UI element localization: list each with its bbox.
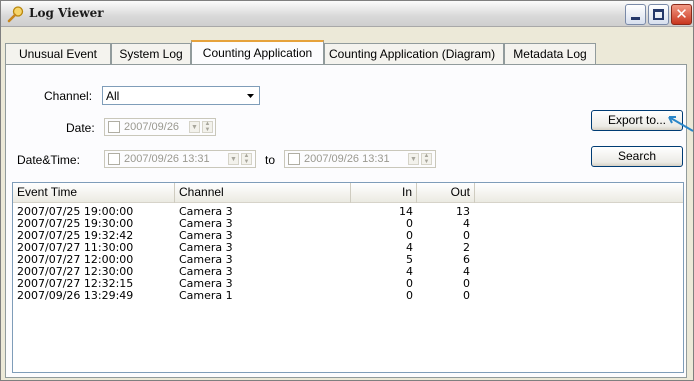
tab-label: System Log [119,47,183,61]
in-cell: 4 [406,265,413,278]
datetime-from-picker[interactable]: 2007/09/26 13:31 ▼ ▲ ▼ [104,150,256,168]
tab-system-log[interactable]: System Log [111,43,191,65]
to-label: to [265,153,276,167]
channel-value: All [106,89,120,103]
close-button[interactable]: ✕ [671,4,692,25]
search-button[interactable]: Search [591,146,683,167]
event-time-cell: 2007/09/26 13:29:49 [17,289,134,302]
datetime-from-checkbox[interactable] [108,153,120,165]
out-cell: 0 [463,289,470,302]
in-cell: 5 [406,253,413,266]
export-button-label: Export to... [607,113,667,127]
tab-label: Metadata Log [513,47,587,61]
tab-label: Counting Application (Diagram) [329,47,496,61]
title-bar[interactable]: Log Viewer ✕ [1,1,693,27]
channel-label: Channel: [44,89,93,103]
date-value: 2007/09/26 [124,121,180,133]
minimize-button[interactable] [625,4,646,25]
column-header-label: Channel [179,185,224,199]
chevron-down-icon[interactable]: ▼ [189,121,200,133]
event-list[interactable]: Event Time Channel In Out 2007/07/25 19:… [12,182,684,373]
datetime-from-value: 2007/09/26 13:31 [124,153,210,165]
tab-metadata-log[interactable]: Metadata Log [504,43,596,65]
tab-unusual-event[interactable]: Unusual Event [5,43,111,65]
tab-counting-application[interactable]: Counting Application [191,40,324,66]
datetime-to-checkbox[interactable] [288,153,300,165]
tab-label: Counting Application [202,46,313,60]
date-picker[interactable]: 2007/09/26 ▼ ▲ ▼ [104,118,216,136]
maximize-button[interactable] [648,4,669,25]
spin-icon[interactable]: ▲ ▼ [421,153,432,165]
date-enable-checkbox[interactable] [108,121,120,133]
in-cell: 0 [406,289,413,302]
minimize-icon [631,17,640,20]
in-cell: 14 [399,205,413,218]
datetime-to-picker[interactable]: 2007/09/26 13:31 ▼ ▲ ▼ [284,150,436,168]
datetime-label: Date&Time: [17,153,80,167]
chevron-down-icon[interactable] [243,88,258,103]
list-header: Event Time Channel In Out [13,183,683,203]
table-row[interactable]: 2007/09/26 13:29:49 Camera 1 0 0 [13,290,683,302]
in-cell: 0 [406,217,413,230]
column-header-event-time[interactable]: Event Time [13,183,175,203]
close-icon: ✕ [675,5,688,23]
column-header-out[interactable]: Out [417,183,475,203]
in-cell: 0 [406,277,413,290]
column-header-label: Event Time [17,185,78,199]
datetime-to-value: 2007/09/26 13:31 [304,153,390,165]
column-header-in[interactable]: In [351,183,417,203]
magnifier-icon [7,6,24,23]
log-viewer-window: Log Viewer ✕ Unusual Event System Log Co… [0,0,694,381]
channel-cell: Camera 1 [179,289,233,302]
date-label: Date: [66,121,95,135]
column-header-label: In [401,185,412,199]
column-header-label: Out [450,185,470,199]
spin-icon[interactable]: ▲ ▼ [202,121,213,133]
annotation-pointer [668,116,694,132]
spin-icon[interactable]: ▲ ▼ [241,153,252,165]
chevron-down-icon[interactable]: ▼ [408,153,419,165]
maximize-icon [653,9,664,20]
window-title: Log Viewer [29,6,104,20]
in-cell: 4 [406,241,413,254]
tab-counting-application-diagram[interactable]: Counting Application (Diagram) [324,43,504,65]
search-button-label: Search [617,149,657,163]
tab-label: Unusual Event [18,47,98,61]
channel-select[interactable]: All [102,86,260,105]
chevron-down-icon[interactable]: ▼ [228,153,239,165]
column-header-channel[interactable]: Channel [175,183,351,203]
in-cell: 0 [406,229,413,242]
